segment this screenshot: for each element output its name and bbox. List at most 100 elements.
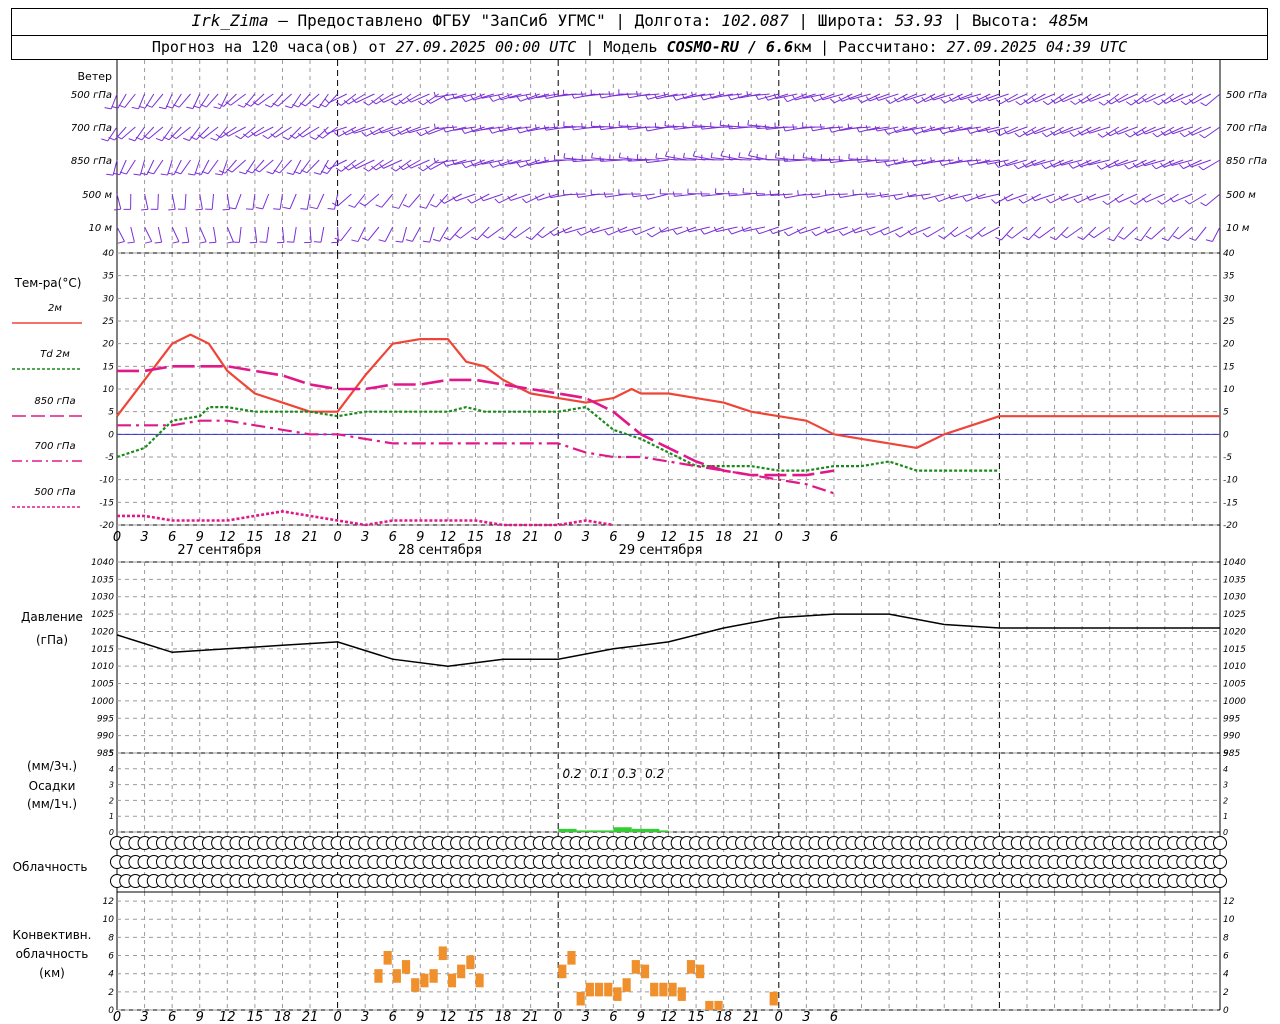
wind-barb-feather [1179, 132, 1185, 138]
precip-annotation: 0.1 [590, 767, 609, 781]
y-tick-label: 2 [1223, 796, 1228, 805]
wind-barb-feather [273, 208, 281, 210]
wind-barb-feather [1097, 133, 1103, 138]
wind-barb-feather [327, 208, 335, 210]
wind-barb-feather [312, 105, 319, 109]
wind-barb-feather [975, 158, 979, 164]
wind-barb-feather [106, 173, 114, 176]
wind-barb-feather [209, 241, 217, 244]
y-tick-label: 1005 [91, 680, 114, 690]
wind-barb-feather [283, 206, 291, 210]
wind-barb [954, 226, 973, 238]
wind-barb [381, 193, 394, 208]
wind-barb [1193, 93, 1212, 104]
y-tick-label: 1025 [91, 610, 114, 620]
wind-barb-feather [433, 157, 436, 164]
wind-barb [526, 193, 545, 204]
wind-barb-feather [181, 241, 189, 244]
hour-label: 21 [302, 530, 319, 545]
wind-barb-feather [922, 232, 928, 238]
wind-barb-feather [645, 157, 648, 163]
wind-barb [927, 226, 945, 238]
y-tick-label: 10 [103, 915, 115, 925]
y-tick-label: 1015 [91, 645, 114, 655]
hour-label: 12 [440, 1010, 457, 1024]
wind-barb-feather [700, 191, 703, 197]
conv-bar [594, 982, 604, 997]
wind-barb-feather [266, 171, 273, 175]
wind-barb-feather [728, 190, 730, 196]
y-tick-label: 1000 [1223, 697, 1246, 707]
wind-barb-feather [1157, 200, 1163, 205]
wind-barb [235, 193, 242, 210]
wind-barb-feather [700, 124, 703, 130]
y-tick-label: 25 [103, 317, 115, 327]
wind-barb-feather [489, 162, 494, 168]
y-tick-label: 2 [109, 796, 114, 805]
wind-barb-feather [433, 123, 436, 129]
wind-barb-feather [226, 241, 234, 244]
wind-level-label: 850 гПа [1226, 156, 1267, 167]
y-tick-label: 2 [108, 988, 114, 998]
wind-barb-feather [783, 231, 789, 237]
wind-barb-feather [324, 164, 330, 170]
wind-barb-feather [865, 192, 869, 198]
conv-bar [631, 960, 640, 974]
y-tick-label: 25 [1223, 317, 1235, 327]
y-tick-label: 1 [1223, 812, 1228, 821]
wind-barb [157, 193, 159, 210]
conv-bar [622, 978, 631, 992]
wind-barb [238, 226, 242, 243]
wind-barb-feather [1198, 165, 1204, 171]
wind-barb-feather [452, 125, 455, 131]
wind-barb-feather [828, 157, 832, 163]
wind-barb-feather [1125, 101, 1132, 106]
wind-barb [439, 226, 449, 242]
wind-barb-feather [543, 125, 547, 131]
wind-barb-feather [442, 95, 447, 101]
wind-level-label: 700 гПа [1226, 123, 1267, 134]
precip-bar [631, 828, 641, 832]
conv-bar [438, 946, 447, 961]
wind-barb [1077, 193, 1097, 204]
temp-legend-label: 700 гПа [34, 441, 75, 452]
wind-barb [1093, 226, 1110, 239]
wind-barb-feather [774, 152, 777, 158]
wind-barb [226, 226, 234, 242]
conv-bar [558, 964, 567, 979]
wind-barb [592, 226, 614, 234]
wind-barb-feather [1098, 101, 1105, 106]
y-tick-label: 1020 [91, 627, 114, 637]
hour-label: 3 [140, 530, 148, 545]
conv-bar [392, 969, 401, 983]
wind-barb-feather [509, 233, 516, 239]
wind-barb-feather [1124, 132, 1131, 138]
wind-barb-feather [215, 173, 223, 176]
wind-barb-feather [222, 208, 230, 211]
wind-barb-feather [348, 204, 355, 208]
wind-barb [565, 226, 586, 234]
y-tick-label: 1005 [1223, 680, 1246, 690]
wind-barb-feather [516, 162, 521, 168]
conv-bar [769, 991, 778, 1006]
wind-barb-feather [700, 95, 704, 101]
hour-label: 18 [495, 1010, 512, 1024]
wind-barb-feather [1153, 100, 1159, 106]
wind-barb-feather [738, 152, 741, 158]
wind-barb-feather [1124, 164, 1130, 170]
wind-barb-feather [104, 107, 112, 110]
y-tick-label: 5 [109, 749, 114, 758]
conv-bar [668, 982, 677, 997]
wind-barb-feather [783, 97, 788, 103]
wind-barb-feather [782, 192, 786, 199]
hour-label: 18 [715, 530, 732, 545]
y-tick-label: 15 [103, 362, 115, 372]
meteogram: -20 -20-15 -15-10 -10-5 -50 05 510 1015 1520 2025… [12, 60, 1267, 1024]
wind-barb-feather [769, 190, 772, 196]
wind-barb-feather [949, 232, 956, 238]
wind-barb [116, 226, 125, 242]
y-tick-label: 35 [103, 272, 115, 282]
y-tick-label: 1040 [91, 558, 114, 568]
wind-barb-feather [576, 230, 582, 236]
wind-barb-feather [433, 238, 440, 242]
